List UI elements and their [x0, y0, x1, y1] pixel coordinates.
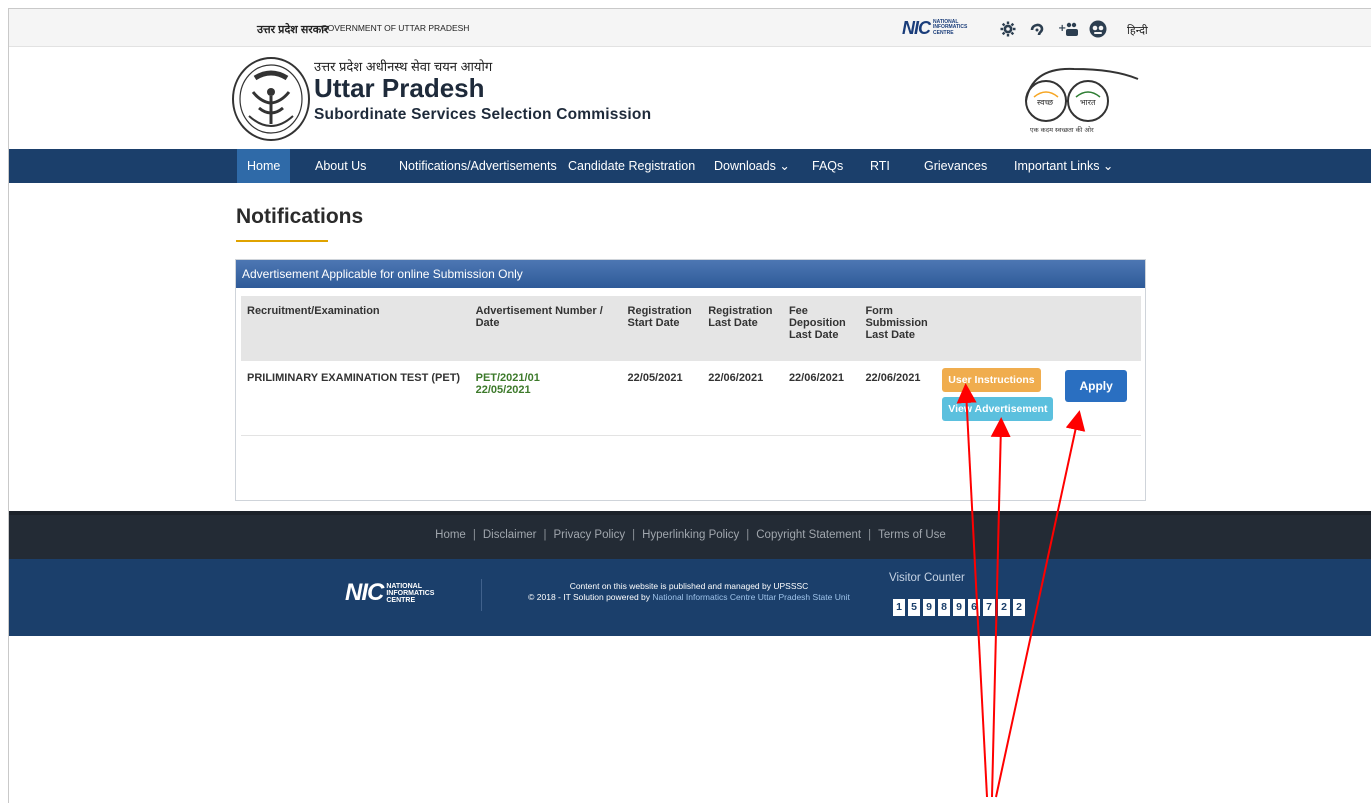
nic-logo-small[interactable]: NIC NATIONAL INFORMATICS CENTRE [902, 18, 967, 38]
nic-logo-footer[interactable]: NIC NATIONAL INFORMATICS CENTRE [345, 579, 434, 606]
gear-icon[interactable] [997, 18, 1019, 40]
view-advertisement-button[interactable]: View Advertisement [942, 397, 1054, 421]
nic-word-3: CENTRE [933, 29, 954, 36]
visitor-digit: 2 [998, 599, 1010, 616]
footer-content-line2-prefix: © 2018 - IT Solution powered by [528, 592, 653, 602]
nic-logo-letters: NIC [902, 18, 931, 38]
visitor-digit: 9 [953, 599, 965, 616]
footer-separator: | [746, 529, 750, 541]
visitor-digit: 1 [893, 599, 905, 616]
nav-important-links-dropdown[interactable]: Important Links ⌄ [1004, 149, 1123, 183]
col-header-actions [936, 296, 1060, 361]
nav-faqs[interactable]: FAQs [802, 149, 853, 183]
svg-text:+: + [1058, 23, 1066, 34]
swachh-word-left: स्वच्छ [1037, 98, 1054, 107]
footer-link-home[interactable]: Home [435, 529, 466, 541]
adv-date: 22/05/2021 [475, 384, 531, 396]
site-subtitle: Subordinate Services Selection Commissio… [314, 106, 652, 123]
cell-action-buttons: User Instructions View Advertisement [936, 361, 1060, 436]
cell-adv-number-date: PET/2021/01 22/05/2021 [469, 361, 622, 436]
nic-logo-words: NATIONAL INFORMATICS CENTRE [933, 19, 967, 37]
footer-info-bar: NIC NATIONAL INFORMATICS CENTRE Content … [9, 559, 1371, 636]
nic-footer-word-1: NATIONAL [386, 582, 422, 590]
visitor-digit: 2 [1013, 599, 1025, 616]
top-gov-bar: उत्तर प्रदेश सरकार GOVERNMENT OF UTTAR P… [9, 9, 1371, 47]
accessibility-tools: + [997, 18, 1109, 40]
cell-apply: Apply [1059, 361, 1141, 436]
user-instructions-button[interactable]: User Instructions [942, 368, 1041, 392]
page-title: Notifications [236, 205, 364, 228]
footer-content-line1: Content on this website is published and… [569, 581, 809, 591]
col-header-adv-number: Advertisement Number / Date [469, 296, 622, 361]
apply-button[interactable]: Apply [1065, 370, 1127, 402]
footer-link-terms[interactable]: Terms of Use [878, 529, 946, 541]
visitor-digit: 6 [968, 599, 980, 616]
visitor-counter: 1 5 9 8 9 6 7 2 2 [893, 599, 1025, 616]
cell-reg-start: 22/05/2021 [621, 361, 703, 436]
browser-viewport: उत्तर प्रदेश सरकार GOVERNMENT OF UTTAR P… [8, 8, 1371, 803]
col-header-form-last: Form Submission Last Date [859, 296, 937, 361]
table-row: PRILIMINARY EXAMINATION TEST (PET) PET/2… [241, 361, 1141, 436]
swachh-tagline: एक कदम स्वच्छता की ओर [1030, 126, 1094, 134]
col-header-exam: Recruitment/Examination [241, 296, 470, 361]
col-header-reg-last: Registration Last Date [702, 296, 783, 361]
contrast-icon[interactable] [1087, 18, 1109, 40]
table-header-row: Recruitment/Examination Advertisement Nu… [241, 296, 1141, 361]
advertisement-table: Recruitment/Examination Advertisement Nu… [241, 296, 1141, 436]
cell-form-last: 22/06/2021 [859, 361, 937, 436]
footer-separator: | [868, 529, 872, 541]
font-size-icon[interactable]: + [1057, 18, 1079, 40]
footer-link-disclaimer[interactable]: Disclaimer [483, 529, 537, 541]
footer-content-text: Content on this website is published and… [489, 581, 889, 603]
adv-number: PET/2021/01 [475, 372, 540, 384]
language-toggle-link[interactable]: हिन्दी [1127, 23, 1148, 38]
col-header-reg-start: Registration Start Date [621, 296, 703, 361]
nav-notifications[interactable]: Notifications/Advertisements [389, 149, 567, 183]
main-navbar: Home About Us Notifications/Advertisemen… [9, 149, 1371, 183]
visitor-counter-label: Visitor Counter [889, 572, 965, 584]
visitor-digit: 7 [983, 599, 995, 616]
notifications-panel: Advertisement Applicable for online Subm… [235, 259, 1146, 501]
nic-footer-word-2: INFORMATICS [386, 589, 435, 597]
screen-reader-icon[interactable] [1027, 18, 1049, 40]
nav-about-us[interactable]: About Us [305, 149, 376, 183]
footer-link-privacy-policy[interactable]: Privacy Policy [554, 529, 626, 541]
visitor-digit: 5 [908, 599, 920, 616]
visitor-digit: 9 [923, 599, 935, 616]
footer-links-bar: Home | Disclaimer | Privacy Policy | Hyperlink… [9, 511, 1371, 559]
site-header: उत्तर प्रदेश अधीनस्थ सेवा चयन आयोग Uttar… [9, 47, 1371, 149]
col-header-apply [1059, 296, 1141, 361]
footer-link-copyright[interactable]: Copyright Statement [756, 529, 861, 541]
swachh-word-right: भारत [1080, 98, 1096, 107]
footer-links: Home | Disclaimer | Privacy Policy | Hyperlink… [9, 529, 1371, 541]
footer-separator: | [632, 529, 636, 541]
panel-heading: Advertisement Applicable for online Subm… [236, 260, 1145, 288]
nav-grievances[interactable]: Grievances [914, 149, 997, 183]
gov-hindi-text: उत्तर प्रदेश सरकार [257, 24, 329, 36]
footer-separator: | [543, 529, 547, 541]
title-underline [236, 240, 328, 242]
site-title: Uttar Pradesh [314, 73, 485, 103]
footer-divider [481, 579, 482, 611]
up-state-emblem-logo[interactable] [231, 56, 311, 142]
nic-footer-letters: NIC [345, 579, 384, 606]
visitor-digit: 8 [938, 599, 950, 616]
cell-exam-name: PRILIMINARY EXAMINATION TEST (PET) [241, 361, 470, 436]
nav-rti[interactable]: RTI [860, 149, 900, 183]
footer-link-hyperlinking-policy[interactable]: Hyperlinking Policy [642, 529, 739, 541]
nic-footer-words: NATIONAL INFORMATICS CENTRE [386, 583, 434, 604]
nav-candidate-registration[interactable]: Candidate Registration [558, 149, 705, 183]
col-header-fee-last: Fee Deposition Last Date [782, 296, 860, 361]
nic-footer-word-3: CENTRE [386, 596, 416, 604]
footer-separator: | [472, 529, 476, 541]
cell-reg-last: 22/06/2021 [702, 361, 783, 436]
footer-nic-link[interactable]: National Informatics Centre Uttar Prades… [652, 592, 849, 602]
swachh-bharat-logo: स्वच्छ भारत एक कदम स्वच्छता की ओर [1004, 57, 1140, 137]
nav-home[interactable]: Home [237, 149, 291, 183]
cell-fee-last: 22/06/2021 [782, 361, 860, 436]
gov-english-text: GOVERNMENT OF UTTAR PRADESH [321, 23, 470, 33]
nav-downloads-dropdown[interactable]: Downloads ⌄ [704, 149, 800, 183]
